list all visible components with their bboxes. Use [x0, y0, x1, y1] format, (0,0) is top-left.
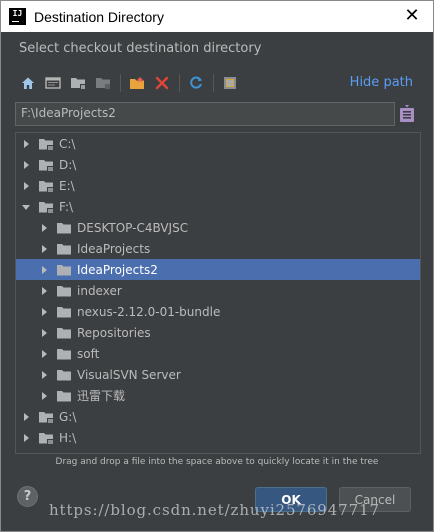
- expand-arrow-right-icon[interactable]: [20, 159, 32, 171]
- close-button[interactable]: ✕: [403, 7, 421, 25]
- tree-row[interactable]: nexus-2.12.0-01-bundle: [16, 301, 420, 322]
- drag-drop-hint: Drag and drop a file into the space abov…: [55, 457, 379, 467]
- folder-icon: [54, 304, 74, 320]
- tree-row[interactable]: E:\: [16, 175, 420, 196]
- dialog-subtitle: Select checkout destination directory: [19, 41, 262, 56]
- expand-arrow-right-icon[interactable]: [38, 285, 50, 297]
- expand-arrow-right-icon[interactable]: [38, 243, 50, 255]
- delete-icon[interactable]: [151, 72, 173, 94]
- drive-icon: [36, 430, 56, 446]
- tree-row[interactable]: C:\: [16, 133, 420, 154]
- folder-icon: [54, 283, 74, 299]
- tree-row-label: G:\: [59, 409, 77, 424]
- expand-arrow-right-icon[interactable]: [20, 180, 32, 192]
- toolbar-separator: [213, 74, 214, 92]
- file-tree[interactable]: C:\ D:\ E:\ F:\ DESKTOP-C4BVJSC IdeaProjects I…: [15, 132, 421, 454]
- expand-arrow-right-icon[interactable]: [38, 222, 50, 234]
- path-history-icon[interactable]: [399, 105, 415, 123]
- tree-row-label: soft: [77, 346, 100, 361]
- tree-row[interactable]: IdeaProjects: [16, 238, 420, 259]
- project-folder-icon[interactable]: [67, 72, 89, 94]
- refresh-icon[interactable]: [185, 72, 207, 94]
- module-folder-icon[interactable]: [92, 72, 114, 94]
- folder-icon: [54, 220, 74, 236]
- expand-arrow-right-icon[interactable]: [20, 432, 32, 444]
- watermark-text: https://blog.csdn.net/zhuyi2576947717: [49, 501, 380, 519]
- desktop-icon[interactable]: [42, 72, 64, 94]
- tree-row[interactable]: H:\: [16, 427, 420, 448]
- tree-row-label: H:\: [59, 430, 77, 445]
- folder-icon: [54, 346, 74, 362]
- home-icon[interactable]: [17, 72, 39, 94]
- tree-row[interactable]: IdeaProjects2: [16, 259, 420, 280]
- tree-row[interactable]: 迅雷下载: [16, 385, 420, 406]
- tree-row[interactable]: D:\: [16, 154, 420, 175]
- drive-icon: [36, 178, 56, 194]
- tree-row-label: nexus-2.12.0-01-bundle: [77, 304, 221, 319]
- tree-row[interactable]: indexer: [16, 280, 420, 301]
- tree-row-label: IdeaProjects: [77, 241, 151, 256]
- expand-arrow-right-icon[interactable]: [38, 264, 50, 276]
- tree-row-label: F:\: [59, 199, 74, 214]
- tree-row[interactable]: VisualSVN Server: [16, 364, 420, 385]
- tree-row-label: D:\: [59, 157, 77, 172]
- expand-arrow-right-icon[interactable]: [38, 327, 50, 339]
- tree-row[interactable]: Repositories: [16, 322, 420, 343]
- destination-directory-dialog: IJ Destination Directory ✕ Select checko…: [0, 0, 434, 532]
- expand-arrow-right-icon[interactable]: [38, 348, 50, 360]
- tree-row[interactable]: soft: [16, 343, 420, 364]
- tree-row-label: E:\: [59, 178, 75, 193]
- folder-icon: [54, 388, 74, 404]
- expand-arrow-right-icon[interactable]: [38, 369, 50, 381]
- expand-arrow-down-icon[interactable]: [20, 201, 32, 213]
- intellij-app-icon: IJ: [9, 8, 26, 25]
- help-button[interactable]: ?: [17, 486, 38, 507]
- new-folder-icon[interactable]: [126, 72, 148, 94]
- folder-icon: [54, 325, 74, 341]
- expand-arrow-right-icon[interactable]: [20, 411, 32, 423]
- tree-row[interactable]: F:\: [16, 196, 420, 217]
- path-row: F:\IdeaProjects2: [15, 102, 421, 126]
- tree-row-label: VisualSVN Server: [77, 367, 181, 382]
- drive-icon: [36, 157, 56, 173]
- expand-arrow-right-icon[interactable]: [38, 306, 50, 318]
- toolbar-separator: [179, 74, 180, 92]
- drive-icon: [36, 409, 56, 425]
- tree-row-label: Repositories: [77, 325, 151, 340]
- expand-arrow-right-icon[interactable]: [20, 138, 32, 150]
- show-hidden-icon[interactable]: [219, 72, 241, 94]
- tree-row[interactable]: DESKTOP-C4BVJSC: [16, 217, 420, 238]
- tree-row-label: IdeaProjects2: [77, 262, 158, 277]
- tree-row-label: 迅雷下载: [77, 389, 126, 403]
- drive-icon: [36, 136, 56, 152]
- toolbar-separator: [120, 74, 121, 92]
- hide-path-link[interactable]: Hide path: [350, 75, 413, 90]
- tree-row-label: DESKTOP-C4BVJSC: [77, 220, 189, 235]
- folder-icon: [54, 241, 74, 257]
- folder-icon: [54, 367, 74, 383]
- tree-row-label: C:\: [59, 136, 76, 151]
- folder-icon: [54, 262, 74, 278]
- path-field[interactable]: F:\IdeaProjects2: [15, 102, 395, 126]
- tree-row[interactable]: G:\: [16, 406, 420, 427]
- toolbar: Hide path: [17, 71, 417, 95]
- title-bar[interactable]: IJ Destination Directory ✕: [1, 1, 433, 32]
- drive-icon: [36, 199, 56, 215]
- window-title: Destination Directory: [34, 8, 164, 25]
- tree-row-label: indexer: [77, 283, 122, 298]
- expand-arrow-right-icon[interactable]: [38, 390, 50, 402]
